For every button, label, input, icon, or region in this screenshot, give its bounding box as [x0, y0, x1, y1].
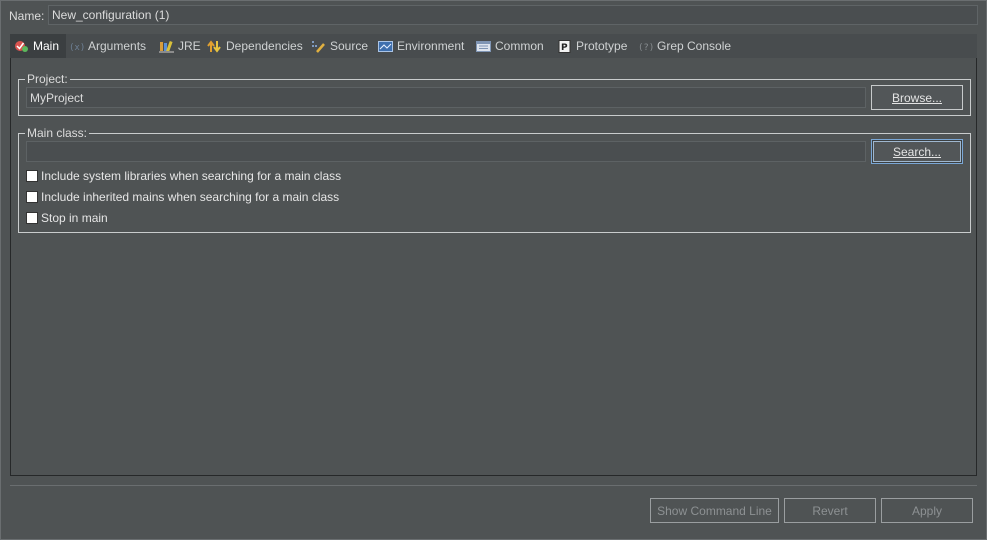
name-input[interactable]: [48, 5, 978, 25]
project-input[interactable]: [26, 87, 866, 108]
apply-label: Apply: [911, 503, 943, 518]
include-system-libraries-label: Include system libraries when searching …: [41, 169, 342, 183]
include-system-libraries-checkbox[interactable]: [26, 170, 38, 182]
footer-divider: [10, 485, 977, 486]
arguments-icon: (x): [69, 40, 85, 53]
stop-in-main-label: Stop in main: [41, 211, 108, 225]
java-main-icon: [14, 40, 29, 53]
tab-common[interactable]: Common: [476, 34, 544, 58]
stop-in-main-checkbox[interactable]: [26, 212, 38, 224]
tab-prototype[interactable]: P Prototype: [557, 34, 627, 58]
stop-in-main-option[interactable]: Stop in main: [26, 211, 108, 225]
tab-main-label: Main: [33, 39, 60, 53]
include-inherited-mains-label: Include inherited mains when searching f…: [41, 190, 340, 204]
tab-content-main: Project: Browse... Main class: Search...…: [10, 58, 977, 476]
browse-button-label: Browse...: [891, 90, 942, 105]
tab-grep-console-label: Grep Console: [657, 39, 732, 53]
tab-source-label: Source: [330, 39, 369, 53]
tab-jre-label: JRE: [178, 39, 201, 53]
tab-environment-label: Environment: [397, 39, 465, 53]
source-icon: [311, 40, 326, 53]
tab-prototype-label: Prototype: [576, 39, 628, 53]
revert-label: Revert: [812, 503, 848, 518]
environment-icon: [378, 40, 393, 53]
name-label: Name:: [9, 9, 45, 23]
dependencies-icon: [207, 39, 222, 53]
apply-button[interactable]: Apply: [881, 498, 973, 523]
include-system-libraries-option[interactable]: Include system libraries when searching …: [26, 169, 341, 183]
tab-dependencies[interactable]: Dependencies: [207, 34, 303, 58]
include-inherited-mains-checkbox[interactable]: [26, 191, 38, 203]
tab-main[interactable]: Main: [10, 34, 66, 58]
include-inherited-mains-option[interactable]: Include inherited mains when searching f…: [26, 190, 339, 204]
tab-grep-console[interactable]: (?) Grep Console: [638, 34, 731, 58]
tab-dependencies-label: Dependencies: [226, 39, 303, 53]
tab-bar: Main (x) Arguments JRE Dependencies Sour…: [10, 34, 977, 58]
show-command-line-button[interactable]: Show Command Line: [650, 498, 779, 523]
svg-text:P: P: [561, 43, 568, 53]
search-button[interactable]: Search...: [871, 139, 963, 164]
prototype-icon: P: [557, 39, 572, 53]
grep-console-icon: (?): [638, 40, 654, 53]
tab-arguments[interactable]: (x) Arguments: [69, 34, 146, 58]
project-legend: Project:: [27, 72, 68, 86]
search-button-label: Search...: [892, 144, 942, 159]
svg-text:(?): (?): [638, 43, 653, 53]
main-class-legend: Main class:: [27, 126, 88, 140]
common-icon: [476, 40, 491, 53]
revert-button[interactable]: Revert: [784, 498, 876, 523]
show-command-line-label: Show Command Line: [657, 503, 772, 518]
tab-arguments-label: Arguments: [88, 39, 147, 53]
tab-common-label: Common: [495, 39, 544, 53]
tab-source[interactable]: Source: [311, 34, 368, 58]
browse-button[interactable]: Browse...: [871, 85, 963, 110]
tab-environment[interactable]: Environment: [378, 34, 464, 58]
tab-jre[interactable]: JRE: [159, 34, 201, 58]
jre-library-icon: [159, 40, 174, 53]
main-class-input[interactable]: [26, 141, 866, 162]
svg-text:(x): (x): [69, 43, 84, 53]
